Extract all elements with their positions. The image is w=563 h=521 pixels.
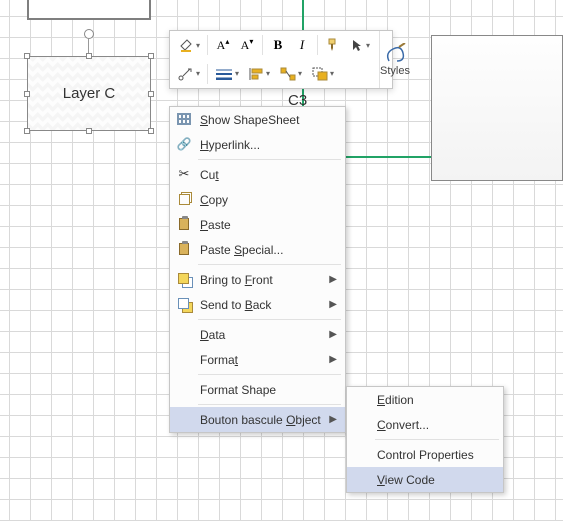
- shrink-font-button[interactable]: A▾: [235, 33, 259, 57]
- text: Hyperlink...: [200, 138, 260, 152]
- resize-handle-se[interactable]: [148, 128, 154, 134]
- menu-bring-to-front[interactable]: Bring to Front ▶: [170, 267, 345, 292]
- rotation-stem: [88, 39, 89, 53]
- rotation-handle[interactable]: [84, 29, 94, 39]
- autoalign-icon: [280, 67, 296, 81]
- group-icon: [312, 67, 328, 81]
- cut-icon: ✂: [176, 166, 192, 182]
- resize-handle-e[interactable]: [148, 91, 154, 97]
- text: Cut: [200, 168, 219, 182]
- paste-special-icon: [176, 241, 192, 257]
- menu-separator: [198, 159, 341, 160]
- text: Paste Special...: [200, 243, 283, 257]
- line-weight-icon: [215, 68, 233, 80]
- menu-separator: [198, 404, 341, 405]
- copy-icon: [176, 191, 192, 207]
- shape-layer-c[interactable]: Layer C: [27, 56, 151, 131]
- text: Format Shape: [200, 383, 276, 397]
- text: Send to Back: [200, 298, 271, 312]
- menu-copy[interactable]: Copy: [170, 187, 345, 212]
- styles-icon: [383, 43, 407, 65]
- menu-cut[interactable]: ✂ Cut: [170, 162, 345, 187]
- grow-font-button[interactable]: A▴: [211, 33, 235, 57]
- menu-separator: [198, 264, 341, 265]
- menu-format-shape[interactable]: Format Shape: [170, 377, 345, 402]
- shape-layer-c-text: Layer C: [63, 85, 116, 102]
- paste-icon: [176, 216, 192, 232]
- text: Show ShapeSheet: [200, 113, 299, 127]
- styles-label: Styles: [380, 65, 410, 77]
- text: Edition: [377, 393, 414, 407]
- text: View Code: [377, 473, 435, 487]
- hyperlink-icon: 🔗: [176, 136, 192, 152]
- paintbrush-icon: [325, 37, 341, 53]
- context-menu: Show ShapeSheet 🔗 Hyperlink... ✂ Cut Cop…: [169, 106, 346, 433]
- italic-button[interactable]: I: [290, 33, 314, 57]
- format-painter-button[interactable]: [321, 33, 345, 57]
- submenu-view-code[interactable]: View Code: [347, 467, 503, 492]
- resize-handle-w[interactable]: [24, 91, 30, 97]
- styles-panel-button[interactable]: Styles: [379, 31, 410, 88]
- menu-format[interactable]: Format ▶: [170, 347, 345, 372]
- menu-send-to-back[interactable]: Send to Back ▶: [170, 292, 345, 317]
- align-icon: [248, 67, 264, 81]
- submenu-arrow-icon: ▶: [329, 329, 337, 340]
- auto-align-button[interactable]: ▾: [275, 62, 307, 86]
- resize-handle-s[interactable]: [86, 128, 92, 134]
- resize-handle-n[interactable]: [86, 53, 92, 59]
- submenu-convert[interactable]: Convert...: [347, 412, 503, 437]
- connector-tool-button[interactable]: ▾: [174, 62, 204, 86]
- menu-hyperlink[interactable]: 🔗 Hyperlink...: [170, 132, 345, 157]
- send-back-icon: [176, 296, 192, 312]
- text: Paste: [200, 218, 231, 232]
- menu-object[interactable]: Bouton bascule Object ▶: [170, 407, 345, 432]
- menu-show-shapesheet[interactable]: Show ShapeSheet: [170, 107, 345, 132]
- text: Data: [200, 328, 225, 342]
- submenu-control-properties[interactable]: Control Properties: [347, 442, 503, 467]
- menu-paste-special[interactable]: Paste Special...: [170, 237, 345, 262]
- align-button[interactable]: ▾: [243, 62, 275, 86]
- pointer-tool-button[interactable]: ▾: [345, 33, 375, 57]
- text: Control Properties: [377, 448, 474, 462]
- menu-paste[interactable]: Paste: [170, 212, 345, 237]
- fill-color-button[interactable]: ▾: [174, 33, 204, 57]
- submenu-arrow-icon: ▶: [329, 414, 337, 425]
- bucket-icon: [178, 37, 194, 53]
- group-button[interactable]: ▾: [307, 62, 339, 86]
- submenu-arrow-icon: ▶: [329, 354, 337, 365]
- text: Format: [200, 353, 238, 367]
- menu-separator: [198, 374, 341, 375]
- resize-handle-nw[interactable]: [24, 53, 30, 59]
- menu-separator: [375, 439, 499, 440]
- shape-top-rect[interactable]: [27, 0, 151, 20]
- text: Copy: [200, 193, 228, 207]
- shapesheet-icon: [176, 111, 192, 127]
- mini-toolbar: ▾ A▴ A▾ B I ▾ ▾ ▾: [169, 30, 393, 89]
- bold-button[interactable]: B: [266, 33, 290, 57]
- text: Convert...: [377, 418, 429, 432]
- resize-handle-ne[interactable]: [148, 53, 154, 59]
- connector-icon: [178, 67, 194, 81]
- cursor-icon: [350, 38, 364, 52]
- text: Bouton bascule Object: [200, 413, 321, 427]
- bring-front-icon: [176, 271, 192, 287]
- resize-handle-sw[interactable]: [24, 128, 30, 134]
- shape-right-rect[interactable]: [431, 35, 563, 181]
- menu-separator: [198, 319, 341, 320]
- text: Bring to Front: [200, 273, 273, 287]
- context-submenu: Edition Convert... Control Properties Vi…: [346, 386, 504, 493]
- submenu-edition[interactable]: Edition: [347, 387, 503, 412]
- submenu-arrow-icon: ▶: [329, 274, 337, 285]
- menu-data[interactable]: Data ▶: [170, 322, 345, 347]
- line-style-button[interactable]: ▾: [211, 62, 243, 86]
- submenu-arrow-icon: ▶: [329, 299, 337, 310]
